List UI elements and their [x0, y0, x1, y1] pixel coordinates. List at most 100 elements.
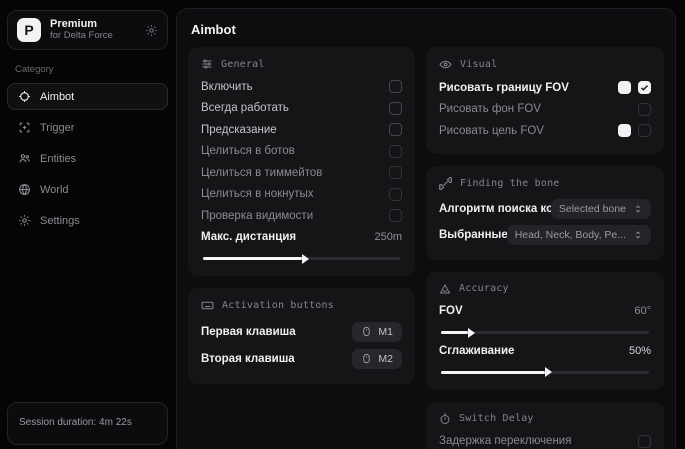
session-duration: Session duration: 4m 22s [19, 417, 156, 428]
dropdown-row: Выбранные кос Head, Neck, Body, Pe... [439, 222, 651, 248]
keybind-key: M1 [378, 326, 393, 338]
eye-icon [439, 58, 452, 71]
keyboard-icon [201, 299, 214, 312]
setting-row: Рисовать цель FOV [439, 120, 651, 142]
sidebar-item-label: Entities [40, 153, 76, 165]
sidebar-item-world[interactable]: World [7, 176, 168, 203]
checkbox[interactable] [638, 124, 651, 137]
mouse-icon [361, 353, 372, 364]
keybind-label: Вторая клавиша [201, 353, 295, 365]
sidebar-item-settings[interactable]: Settings [7, 207, 168, 234]
checkbox-checked[interactable] [638, 81, 651, 94]
setting-row: Целиться в тиммейтов [201, 162, 402, 184]
dropdown-label: Выбранные кос [439, 229, 507, 241]
timer-icon [439, 413, 451, 425]
accuracy-header: Accuracy [439, 283, 651, 295]
setting-label: Рисовать цель FOV [439, 125, 544, 137]
checkbox[interactable] [389, 102, 402, 115]
setting-row: Всегда работать [201, 98, 402, 120]
setting-label: Целиться в нокнутых [201, 188, 314, 200]
selected-bones-dropdown[interactable]: Head, Neck, Body, Pe... [507, 225, 651, 245]
keybind-button[interactable]: M1 [352, 322, 402, 342]
activation-header: Activation buttons [201, 299, 402, 312]
sidebar-item-entities[interactable]: Entities [7, 145, 168, 172]
crosshair-icon [18, 90, 31, 103]
setting-label: Предсказание [201, 124, 277, 136]
section-title: Finding the bone [460, 178, 560, 189]
session-card: Session duration: 4m 22s [7, 402, 168, 445]
keybind-button[interactable]: M2 [352, 349, 402, 369]
setting-row: Рисовать границу FOV [439, 77, 651, 99]
setting-label: Целиться в тиммейтов [201, 167, 322, 179]
sidebar-item-label: Trigger [40, 122, 74, 134]
dropdown-label: Алгоритм поиска кост [439, 203, 551, 215]
brand-text: Premium for Delta Force [50, 18, 136, 42]
brand-card: P Premium for Delta Force [7, 10, 168, 50]
max-distance-slider[interactable] [203, 257, 400, 260]
sidebar-item-label: World [40, 184, 69, 196]
slider-fill [441, 331, 468, 334]
switch-delay-header: Switch Delay [439, 413, 651, 425]
dropdown-value: Head, Neck, Body, Pe... [515, 229, 626, 241]
slider-row: FOV 60° [439, 301, 651, 323]
setting-label: Рисовать фон FOV [439, 103, 541, 115]
color-swatch[interactable] [618, 124, 631, 137]
slider-value: 250m [374, 231, 402, 243]
general-card: General Включить Всегда работать Предска… [188, 47, 415, 276]
triangle-icon [439, 283, 451, 295]
keybind-key: M2 [378, 353, 393, 365]
sidebar: P Premium for Delta Force Category Aimbo… [0, 0, 174, 449]
sidebar-item-trigger[interactable]: Trigger [7, 114, 168, 141]
section-title: Activation buttons [222, 300, 334, 311]
setting-label: Всегда работать [201, 102, 289, 114]
settings-icon [18, 214, 31, 227]
section-title: Visual [460, 59, 497, 70]
accuracy-card: Accuracy FOV 60° Сглаживание 50% [426, 272, 664, 390]
page-title: Aimbot [177, 9, 675, 47]
slider-value: 60° [634, 305, 651, 317]
left-column: General Включить Всегда работать Предска… [188, 47, 415, 449]
brand-title: Premium [50, 18, 136, 31]
sidebar-nav: Aimbot Trigger Entities World Settings [7, 83, 168, 234]
setting-row: Рисовать фон FOV [439, 99, 651, 121]
checkbox[interactable] [389, 123, 402, 136]
section-title: Accuracy [459, 283, 509, 294]
color-swatch[interactable] [618, 81, 631, 94]
general-header: General [201, 58, 402, 70]
brand-logo: P [17, 18, 41, 42]
gear-icon[interactable] [145, 24, 158, 37]
fov-slider[interactable] [441, 331, 649, 334]
checkbox[interactable] [389, 145, 402, 158]
slider-label: FOV [439, 305, 463, 317]
checkbox[interactable] [389, 166, 402, 179]
checkbox[interactable] [638, 103, 651, 116]
checkbox[interactable] [389, 209, 402, 222]
right-column: Visual Рисовать границу FOV Рисовать фон… [426, 47, 664, 449]
switch-delay-card: Switch Delay Задержка переключения Задер… [426, 402, 664, 449]
chevron-up-down-icon [633, 230, 643, 240]
slider-label: Сглаживание [439, 345, 514, 357]
dropdown-row: Алгоритм поиска кост Selected bone [439, 196, 651, 222]
checkbox[interactable] [389, 80, 402, 93]
bone-icon [439, 177, 452, 190]
brand-subtitle: for Delta Force [50, 31, 136, 42]
setting-row: Целиться в ботов [201, 141, 402, 163]
trigger-icon [18, 121, 31, 134]
checkbox[interactable] [638, 435, 651, 448]
main-panel: Aimbot General Включить Всегда работать … [176, 8, 676, 449]
checkbox[interactable] [389, 188, 402, 201]
dropdown-value: Selected bone [559, 203, 626, 215]
sidebar-item-aimbot[interactable]: Aimbot [7, 83, 168, 110]
world-icon [18, 183, 31, 196]
bone-header: Finding the bone [439, 177, 651, 190]
setting-row: Проверка видимости [201, 205, 402, 227]
category-label: Category [15, 64, 168, 75]
setting-row: Включить [201, 76, 402, 98]
smoothing-slider[interactable] [441, 371, 649, 374]
slider-row: Сглаживание 50% [439, 340, 651, 362]
bone-algorithm-dropdown[interactable]: Selected bone [551, 199, 651, 219]
section-title: Switch Delay [459, 413, 534, 424]
sidebar-item-label: Settings [40, 215, 80, 227]
slider-fill [441, 371, 545, 374]
setting-label: Целиться в ботов [201, 145, 295, 157]
